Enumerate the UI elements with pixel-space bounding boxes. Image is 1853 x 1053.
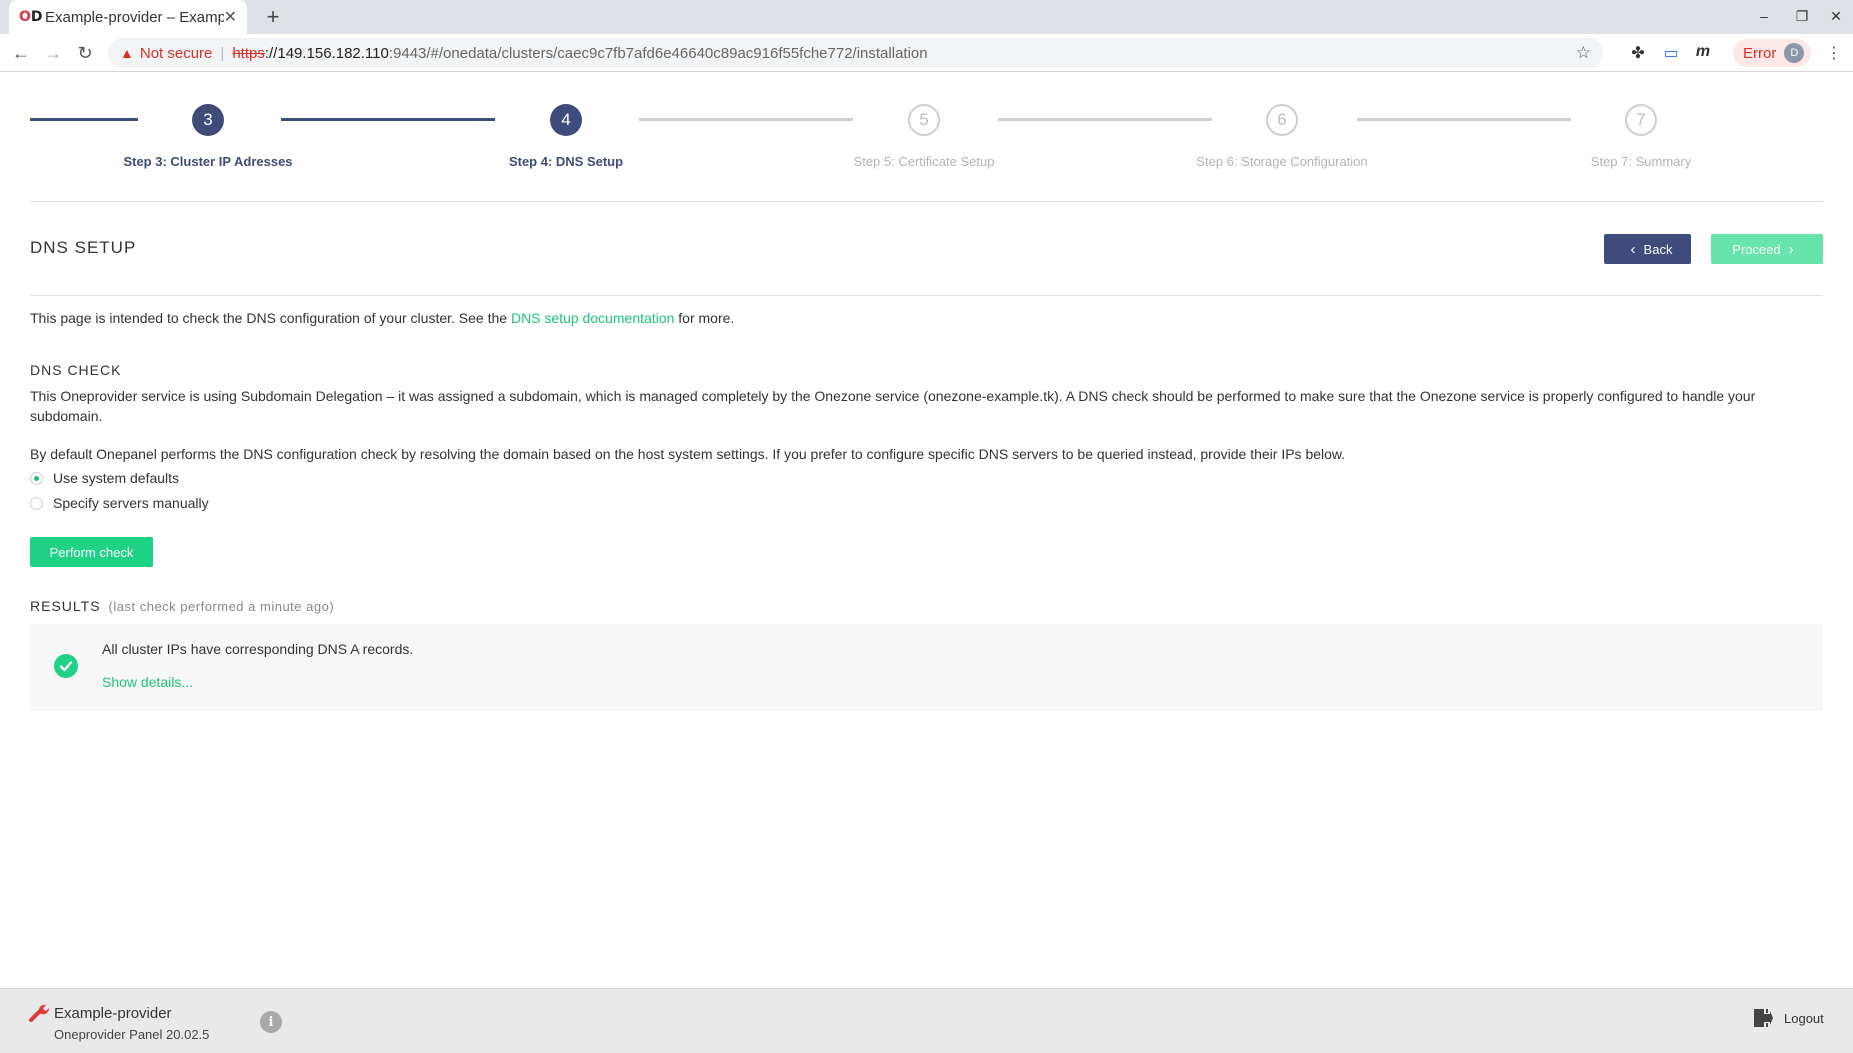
radio-manual-label: Specify servers manually (53, 495, 209, 511)
browser-tab[interactable]: OD Example-provider – Example ✕ (9, 0, 247, 34)
results-title: RESULTS (last check performed a minute ag… (30, 598, 334, 614)
installation-stepper: 3 Step 3: Cluster IP Adresses 4 Step 4: … (30, 72, 1823, 202)
intro-before: This page is intended to check the DNS c… (30, 310, 511, 326)
step-3-circle: 3 (192, 104, 224, 136)
radio-unselected-icon (30, 496, 43, 510)
dns-check-title: DNS CHECK (30, 362, 122, 378)
subdomain-delegation-text: This Oneprovider service is using Subdom… (30, 388, 1756, 424)
perform-check-button[interactable]: Perform check (30, 537, 153, 567)
extension-puzzle-icon[interactable]: ✤ (1628, 43, 1648, 63)
radio-system-label: Use system defaults (53, 470, 180, 486)
url-scheme: https (232, 44, 265, 62)
radio-use-system-defaults[interactable]: Use system defaults (30, 470, 179, 486)
step-connector (281, 118, 495, 121)
panel-footer: Example-provider Oneprovider Panel 20.02… (0, 988, 1853, 1053)
page-title: DNS SETUP (30, 238, 137, 257)
window-close-icon[interactable]: ✕ (1826, 8, 1846, 25)
wrench-icon (29, 1004, 49, 1022)
logout-button[interactable]: Logout (1752, 1007, 1824, 1029)
extension-m-icon[interactable]: m (1693, 43, 1713, 61)
dns-setup-content: DNS SETUP ‹ Back Proceed › This page is … (30, 202, 1823, 711)
info-icon[interactable]: i (260, 1011, 282, 1033)
step-connector (30, 118, 138, 121)
success-check-icon (54, 654, 78, 678)
avatar: D (1784, 43, 1805, 63)
step-7-circle: 7 (1625, 104, 1657, 136)
back-arrow-icon[interactable]: ← (10, 42, 32, 64)
cast-icon[interactable]: ▭ (1661, 43, 1681, 63)
chevron-right-icon: › (1788, 240, 1794, 258)
radio-selected-icon (30, 471, 43, 485)
url-input[interactable]: ▲ Not secure | https://149.156.182.110:9… (108, 38, 1603, 68)
radio-specify-servers[interactable]: Specify servers manually (30, 495, 209, 511)
content-header: DNS SETUP ‹ Back Proceed › (30, 202, 1823, 296)
not-secure-label[interactable]: Not secure (140, 45, 213, 62)
intro-text: This page is intended to check the DNS c… (30, 310, 734, 326)
warning-icon: ▲ (120, 45, 134, 61)
tab-title: Example-provider – Example (45, 8, 224, 26)
tab-close-icon[interactable]: ✕ (224, 7, 237, 27)
step-5-circle: 5 (908, 104, 940, 136)
logout-label: Logout (1784, 1010, 1824, 1026)
panel-version: Oneprovider Panel 20.02.5 (54, 1027, 210, 1042)
results-panel: All cluster IPs have corresponding DNS A… (30, 624, 1823, 711)
proceed-button[interactable]: Proceed › (1711, 234, 1823, 264)
onedata-favicon-icon: OD (19, 9, 43, 25)
step-5-label: Step 5: Certificate Setup (853, 154, 995, 169)
back-button-label: Back (1643, 241, 1673, 257)
step-4-circle: 4 (550, 104, 582, 136)
dns-docs-link[interactable]: DNS setup documentation (511, 310, 674, 326)
reload-icon[interactable]: ↻ (74, 42, 96, 64)
intro-after: for more. (674, 310, 735, 326)
omnibox-separator: | (220, 44, 225, 62)
logout-door-icon (1754, 1009, 1773, 1027)
minimize-icon[interactable]: – (1754, 8, 1774, 24)
proceed-button-label: Proceed (1732, 241, 1781, 257)
result-message: All cluster IPs have corresponding DNS A… (102, 641, 414, 657)
restore-icon[interactable]: ❐ (1792, 8, 1812, 25)
forward-arrow-icon[interactable]: → (42, 42, 64, 64)
browser-menu-icon[interactable]: ⋮ (1826, 43, 1842, 63)
results-title-text: RESULTS (30, 598, 101, 614)
step-4-label: Step 4: DNS Setup (508, 154, 624, 169)
step-6-circle: 6 (1266, 104, 1298, 136)
browser-address-bar: ← → ↻ ▲ Not secure | https://149.156.182… (0, 34, 1853, 72)
step-connector (639, 118, 853, 121)
step-3-label: Step 3: Cluster IP Adresses (123, 154, 293, 169)
chevron-left-icon: ‹ (1630, 240, 1636, 258)
url-path: :9443/#/onedata/clusters/caec9c7fb7afd6e… (388, 44, 928, 62)
error-label: Error (1743, 44, 1777, 62)
default-check-text: By default Onepanel performs the DNS con… (30, 446, 1346, 462)
show-details-link[interactable]: Show details... (102, 674, 193, 690)
profile-error-pill[interactable]: Error D (1733, 39, 1811, 67)
step-7-label: Step 7: Summary (1590, 154, 1692, 169)
provider-name: Example-provider (54, 1005, 172, 1022)
step-6-label: Step 6: Storage Configuration (1196, 154, 1368, 169)
step-connector (1357, 118, 1571, 121)
step-connector (998, 118, 1212, 121)
bookmark-star-icon[interactable]: ☆ (1576, 43, 1591, 63)
results-timestamp: (last check performed a minute ago) (108, 599, 335, 614)
url-host: ://149.156.182.110 (264, 44, 389, 62)
back-button[interactable]: ‹ Back (1604, 234, 1691, 264)
browser-tab-bar: OD Example-provider – Example ✕ + – ❐ ✕ (0, 0, 1853, 34)
new-tab-button[interactable]: + (260, 4, 286, 30)
